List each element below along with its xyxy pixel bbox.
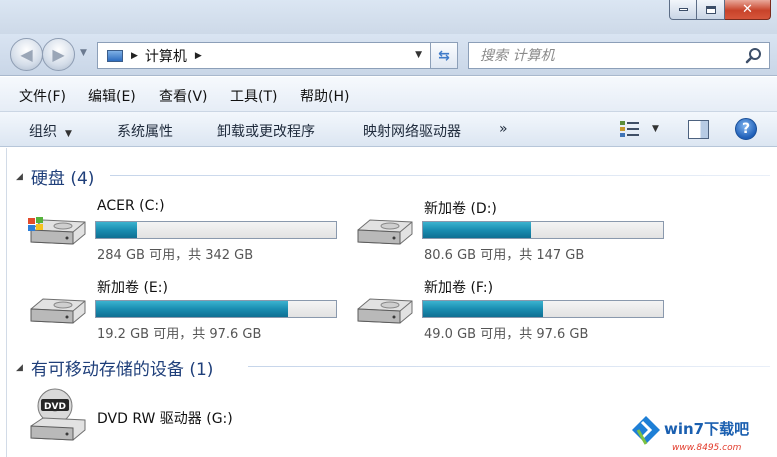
usage-bar-fill <box>96 222 137 238</box>
usage-bar <box>422 300 664 318</box>
menu-view[interactable]: 查看(V) <box>159 86 208 106</box>
address-bar[interactable]: ▶ 计算机 ▶ ▼ <box>97 42 431 69</box>
more-commands-button[interactable]: » <box>499 121 508 137</box>
dvd-drive-label: DVD RW 驱动器 (G:) <box>97 411 233 427</box>
drive-label: 新加卷 (E:) <box>97 280 168 296</box>
watermark-logo: win7下载吧 www.8495.com <box>628 400 777 457</box>
hard-disks-label: 硬盘 (4) <box>30 169 95 189</box>
collapse-triangle-icon[interactable]: ◢ <box>16 172 23 182</box>
hard-drive-icon <box>357 219 413 245</box>
recent-pages-dropdown[interactable]: ▼ <box>80 48 87 58</box>
drive-label: ACER (C:) <box>97 198 165 214</box>
refresh-button[interactable]: ⇆ <box>430 42 458 69</box>
forward-button[interactable]: ▶ <box>42 38 75 71</box>
usage-bar-fill <box>96 301 288 317</box>
search-box <box>468 42 770 69</box>
watermark-url: www.8495.com <box>672 443 742 453</box>
drive-free-space: 19.2 GB 可用，共 97.6 GB <box>97 327 262 342</box>
breadcrumb-computer[interactable]: 计算机 <box>145 46 187 66</box>
uninstall-program-button[interactable]: 卸载或更改程序 <box>217 121 315 141</box>
menu-help[interactable]: 帮助(H) <box>300 86 349 106</box>
removable-group-header[interactable]: ◢ 有可移动存储的设备 (1) <box>16 355 213 380</box>
close-button[interactable]: ✕ <box>725 0 771 20</box>
watermark-graphic: win7下载吧 www.8495.com <box>628 408 777 457</box>
organize-label: 组织 <box>29 124 57 140</box>
drive-free-space: 284 GB 可用，共 342 GB <box>97 248 254 263</box>
usage-bar-fill <box>423 301 543 317</box>
change-view-icon[interactable] <box>619 119 643 139</box>
title-bar: ✕ <box>0 0 777 34</box>
minimize-icon <box>678 8 688 11</box>
preview-pane-icon[interactable] <box>688 120 709 139</box>
system-properties-button[interactable]: 系统属性 <box>117 121 173 141</box>
drive-free-space: 80.6 GB 可用，共 147 GB <box>424 248 585 263</box>
divider <box>6 148 7 457</box>
group-divider <box>110 175 770 176</box>
usage-bar <box>95 221 337 239</box>
watermark-brand: win7下载吧 <box>664 420 749 438</box>
search-input[interactable] <box>480 47 740 64</box>
hard-drive-icon <box>357 298 413 324</box>
menu-file[interactable]: 文件(F) <box>19 86 66 106</box>
drive-c[interactable]: ACER (C:) 284 GB 可用，共 342 GB <box>27 198 347 263</box>
address-dropdown-icon[interactable]: ▼ <box>415 50 422 60</box>
windows-drive-icon <box>28 217 86 245</box>
navigation-bar: ◀ ▶ ▼ ▶ 计算机 ▶ ▼ ⇆ <box>0 34 777 76</box>
help-icon[interactable]: ? <box>735 118 757 140</box>
dvd-drive-icon: DVD <box>30 388 86 441</box>
window-controls: ✕ <box>669 0 771 20</box>
drive-free-space: 49.0 GB 可用，共 97.6 GB <box>424 327 589 342</box>
drive-e[interactable]: 新加卷 (E:) 19.2 GB 可用，共 97.6 GB <box>27 277 347 342</box>
menu-edit[interactable]: 编辑(E) <box>88 86 136 106</box>
map-network-drive-button[interactable]: 映射网络驱动器 <box>363 121 461 141</box>
maximize-icon <box>705 5 716 14</box>
usage-bar-fill <box>423 222 531 238</box>
back-button[interactable]: ◀ <box>10 38 43 71</box>
refresh-icon: ⇆ <box>438 47 450 64</box>
removable-group-label: 有可移动存储的设备 (1) <box>30 360 214 380</box>
search-icon[interactable] <box>745 47 763 65</box>
drive-label: 新加卷 (F:) <box>424 280 494 296</box>
hard-disks-group-header[interactable]: ◢ 硬盘 (4) <box>16 164 94 189</box>
breadcrumb-chevron-icon[interactable]: ▶ <box>131 51 138 61</box>
group-divider <box>248 366 770 367</box>
usage-bar <box>422 221 664 239</box>
view-options-dropdown-icon[interactable]: ▼ <box>652 124 659 134</box>
drive-label: 新加卷 (D:) <box>424 201 497 217</box>
drive-f[interactable]: 新加卷 (F:) 49.0 GB 可用，共 97.6 GB <box>354 277 674 342</box>
organize-button[interactable]: 组织 ▼ <box>29 121 72 141</box>
menu-tools[interactable]: 工具(T) <box>230 86 277 106</box>
hard-drive-icon <box>30 298 86 324</box>
close-icon: ✕ <box>742 2 753 17</box>
arrow-left-icon: ◀ <box>20 45 33 64</box>
svg-text:DVD: DVD <box>44 402 66 412</box>
drive-d[interactable]: 新加卷 (D:) 80.6 GB 可用，共 147 GB <box>354 198 674 263</box>
usage-bar <box>95 300 337 318</box>
computer-icon <box>107 49 123 62</box>
minimize-button[interactable] <box>669 0 697 20</box>
command-bar: 组织 ▼ 系统属性 卸载或更改程序 映射网络驱动器 » ▼ ? <box>0 112 777 147</box>
arrow-right-icon: ▶ <box>52 45 65 64</box>
maximize-button[interactable] <box>697 0 725 20</box>
breadcrumb-chevron-icon[interactable]: ▶ <box>195 51 202 61</box>
chevron-down-icon: ▼ <box>65 129 72 139</box>
menu-bar: 文件(F) 编辑(E) 查看(V) 工具(T) 帮助(H) <box>0 77 777 112</box>
collapse-triangle-icon[interactable]: ◢ <box>16 363 23 373</box>
